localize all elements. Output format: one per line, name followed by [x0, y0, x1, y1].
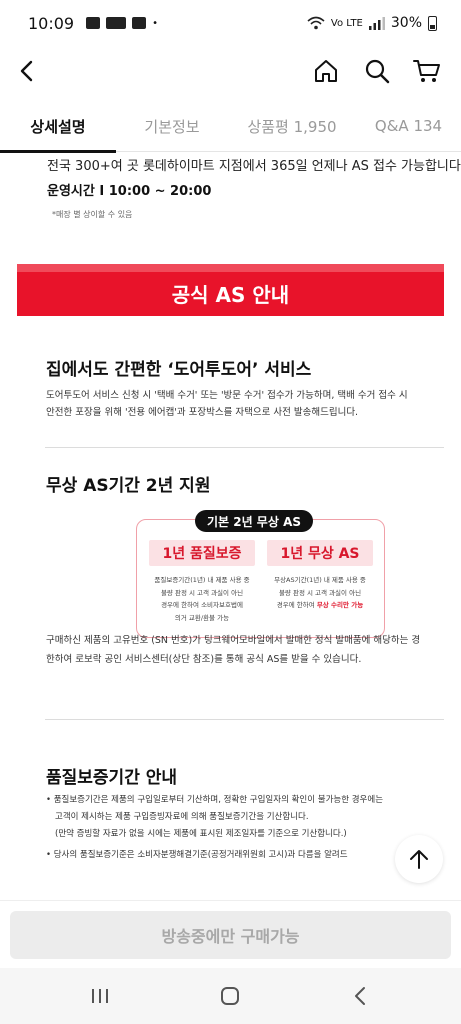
- quality-guarantee-column: 1년 품질보증 품질보증기간(1년) 내 제품 사용 중 불량 판정 시 고객 …: [149, 540, 255, 624]
- section-divider: [45, 719, 444, 720]
- arrow-up-icon: [410, 850, 428, 869]
- warranty-title: 무상 AS기간 2년 지원: [46, 476, 211, 496]
- quality-bullet-2: • 당사의 품질보증기준은 소비자분쟁해결기준(공정거래위원회 고시)과 다름을…: [46, 847, 348, 864]
- free-as-text: 무상AS기간(1년) 내 제품 사용 중 불량 판정 시 고객 과실이 아닌 경…: [267, 574, 373, 612]
- warranty-badge: 기본 2년 무상 AS: [195, 510, 313, 532]
- bullet-text: 당사의 품질보증기준은 소비자분쟁해결기준(공정거래위원회 고시)과 다름을 알…: [53, 850, 348, 860]
- back-icon: [20, 60, 33, 82]
- guarantee-line: 품질보증기간(1년) 내 제품 사용 중: [154, 576, 250, 584]
- quality-guarantee-text: 품질보증기간(1년) 내 제품 사용 중 불량 판정 시 고객 과실이 아닌 경…: [149, 574, 255, 624]
- bullet-line: • 품질보증기간은 제품의 구입일로부터 기산하며, 정확한 구입일자의 확인이…: [46, 795, 384, 805]
- door-to-door-desc: 도어투도어 서비스 신청 시 '택배 수거' 또는 '방문 수거' 접수가 가능…: [46, 387, 408, 421]
- sn-line: 한하여 로보락 공인 서비스센터(상단 참조)를 통해 공식 AS를 받을 수 …: [46, 654, 362, 665]
- hours-note: *매장 별 상이할 수 있음: [52, 210, 133, 219]
- bullet-line: 고객이 제시하는 제품 구입증빙자료에 의해 품질보증기간을 기산합니다.: [55, 812, 309, 822]
- operating-hours: 운영시간 I 10:00 ~ 20:00: [47, 184, 212, 199]
- banner-title: 공식 AS 안내: [171, 282, 290, 307]
- search-icon: [365, 59, 390, 84]
- guarantee-line: 경우에 한하여 소비자보호법에: [161, 601, 243, 609]
- door-to-door-title: 집에서도 간편한 ‘도어투도어’ 서비스: [46, 360, 312, 380]
- free-as-line: 경우에 한하여 무상 수리만 가능: [267, 599, 373, 612]
- signal-icon: [368, 16, 385, 30]
- free-as-line: 불량 판정 시 고객 과실이 아닌: [278, 588, 362, 597]
- guarantee-line: 의거 교환/환불 가능: [174, 613, 230, 622]
- status-time: 10:09: [28, 13, 75, 33]
- serial-number-notice: 구매하신 제품의 고유번호 (SN 번호)가 팅크웨어모바일에서 발매한 정식 …: [46, 631, 444, 669]
- tab-detail[interactable]: 상세설명: [0, 100, 116, 153]
- buy-button-disabled[interactable]: 방송중에만 구매가능: [10, 911, 451, 959]
- tab-basic-info[interactable]: 기본정보: [116, 100, 228, 152]
- detail-content[interactable]: 전국 300+여 곳 롯데하이마트 지점에서 365일 언제나 AS 접수 가능…: [0, 153, 461, 900]
- back-nav-button[interactable]: [343, 980, 377, 1012]
- note-notification-icon: [132, 17, 147, 29]
- home-icon: [315, 60, 337, 82]
- scroll-to-top-button[interactable]: [395, 835, 443, 883]
- bullet-line: • 당사의 품질보증기준은 소비자분쟁해결기준(공정거래위원회 고시)과 다름을…: [46, 850, 348, 860]
- home-button[interactable]: [309, 54, 343, 88]
- section-divider: [45, 447, 444, 448]
- official-as-banner: 공식 AS 안내: [17, 264, 444, 316]
- status-bar: 10:09 • Vo LTE 30%: [0, 0, 461, 46]
- door-desc-line: 안전한 포장을 위해 '전용 에어캡'과 포장박스를 자택으로 사전 발송해드립…: [46, 407, 359, 418]
- store-as-text: 전국 300+여 곳 롯데하이마트 지점에서 365일 언제나 AS 접수 가능…: [47, 159, 461, 174]
- system-nav-bar: [0, 968, 461, 1024]
- guarantee-line: 불량 판정 시 고객 과실이 아닌: [160, 588, 244, 597]
- network-label: Vo LTE: [330, 17, 363, 29]
- battery-icon: [428, 15, 437, 31]
- gallery-notification-icon: [86, 17, 101, 29]
- tab-reviews[interactable]: 상품평 1,950: [228, 100, 356, 152]
- bullet-text: 품질보증기간은 제품의 구입일로부터 기산하며, 정확한 구입일자의 확인이 불…: [53, 795, 384, 805]
- warranty-card: 기본 2년 무상 AS 1년 품질보증 품질보증기간(1년) 내 제품 사용 중…: [136, 510, 385, 638]
- cart-icon: [413, 60, 440, 82]
- bottom-action-bar: 방송중에만 구매가능: [0, 900, 461, 968]
- battery-percent: 30%: [390, 15, 422, 31]
- home-nav-icon: [221, 987, 239, 1005]
- free-as-head: 1년 무상 AS: [267, 540, 373, 566]
- sn-line: 구매하신 제품의 고유번호 (SN 번호)가 팅크웨어모바일에서 발매한 정식 …: [46, 635, 421, 646]
- bullet-line: (만약 증빙할 자료가 없을 시에는 제품에 표시된 제조일자를 기준으로 기산…: [55, 829, 347, 839]
- quality-guarantee-head: 1년 품질보증: [149, 540, 255, 566]
- back-button[interactable]: [10, 54, 44, 88]
- product-tabs: 상세설명 기본정보 상품평 1,950 Q&A 134: [0, 100, 461, 153]
- search-button[interactable]: [360, 54, 394, 88]
- quality-period-title: 품질보증기간 안내: [46, 768, 178, 788]
- app-notification-icon: [106, 17, 127, 29]
- recent-apps-button[interactable]: [83, 980, 117, 1012]
- recent-apps-icon: [92, 989, 108, 1003]
- cart-button[interactable]: [410, 54, 444, 88]
- app-header: [0, 46, 461, 96]
- quality-bullet-1: • 품질보증기간은 제품의 구입일로부터 기산하며, 정확한 구입일자의 확인이…: [46, 792, 383, 843]
- wifi-icon: [307, 16, 325, 30]
- free-as-line: 무상AS기간(1년) 내 제품 사용 중: [274, 576, 366, 584]
- free-repair-highlight: 무상 수리만 가능: [316, 601, 364, 609]
- door-desc-line: 도어투도어 서비스 신청 시 '택배 수거' 또는 '방문 수거' 접수가 가능…: [46, 390, 408, 401]
- free-as-line-prefix: 경우에 한하여: [276, 601, 317, 609]
- tab-qa[interactable]: Q&A 134: [356, 100, 461, 152]
- back-nav-icon: [355, 987, 365, 1005]
- more-notifications-dot: •: [152, 17, 159, 29]
- home-nav-button[interactable]: [213, 980, 247, 1012]
- free-as-column: 1년 무상 AS 무상AS기간(1년) 내 제품 사용 중 불량 판정 시 고객…: [267, 540, 373, 612]
